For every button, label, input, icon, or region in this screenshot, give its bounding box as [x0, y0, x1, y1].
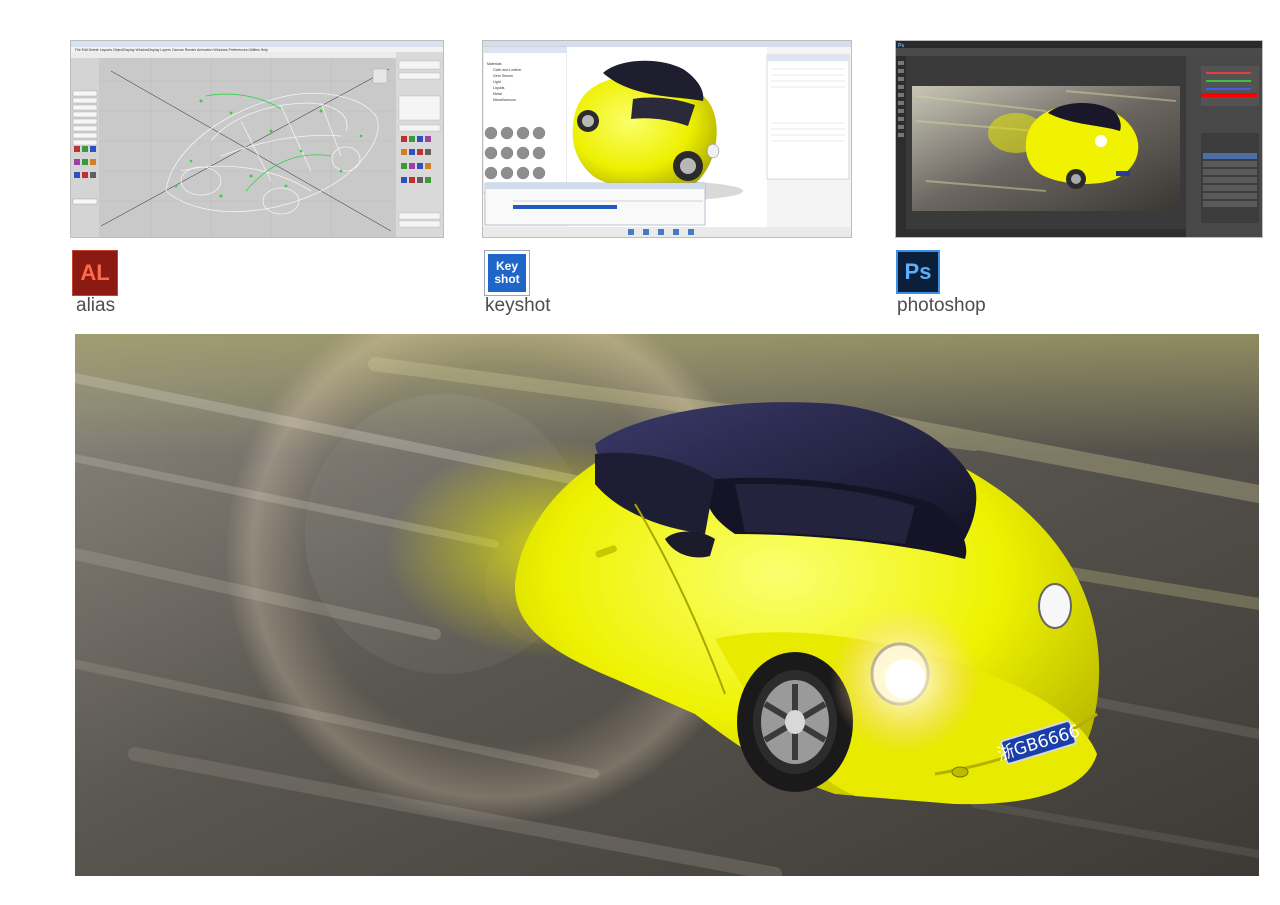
alias-wireframe-view: File Edit Delete Layouts ObjectDisplay W…	[71, 41, 443, 237]
keyshot-logo-icon: Key shot	[484, 250, 530, 296]
keyshot-render-view: Materials Cloth and Leather Gem Stones Ligh…	[483, 41, 851, 237]
alias-label: alias	[76, 295, 116, 316]
ps-app-mark: Ps	[898, 43, 904, 49]
photoshop-screenshot: Ps	[895, 40, 1263, 238]
photoshop-workspace-view: Ps	[896, 41, 1262, 237]
keyshot-library-item: Liquids	[493, 86, 505, 90]
photoshop-label: photoshop	[897, 295, 986, 316]
alias-screenshot: File Edit Delete Layouts ObjectDisplay W…	[70, 40, 444, 238]
keyshot-label: keyshot	[485, 295, 551, 316]
keyshot-library-item: Cloth and Leather	[493, 68, 522, 72]
keyshot-screenshot: Materials Cloth and Leather Gem Stones Ligh…	[482, 40, 852, 238]
photoshop-logo-text: Ps	[904, 259, 932, 284]
keyshot-library-item: Gem Stones	[493, 74, 513, 78]
photoshop-logo-icon: Ps	[896, 250, 940, 294]
keyshot-logo-text-line2: shot	[494, 272, 520, 286]
keyshot-library-item: Miscellaneous	[493, 98, 516, 102]
car-render-illustration: 浙GB6666	[75, 334, 1259, 876]
keyshot-library-item: Light	[493, 80, 501, 84]
keyshot-library-item: Materials	[487, 62, 502, 66]
hero-render-image: 浙GB6666	[75, 334, 1259, 876]
alias-logo-text: AL	[80, 260, 110, 285]
alias-logo-icon: AL	[72, 250, 118, 296]
keyshot-library-item: Metal	[493, 92, 502, 96]
alias-menubar: File Edit Delete Layouts ObjectDisplay W…	[75, 48, 268, 52]
